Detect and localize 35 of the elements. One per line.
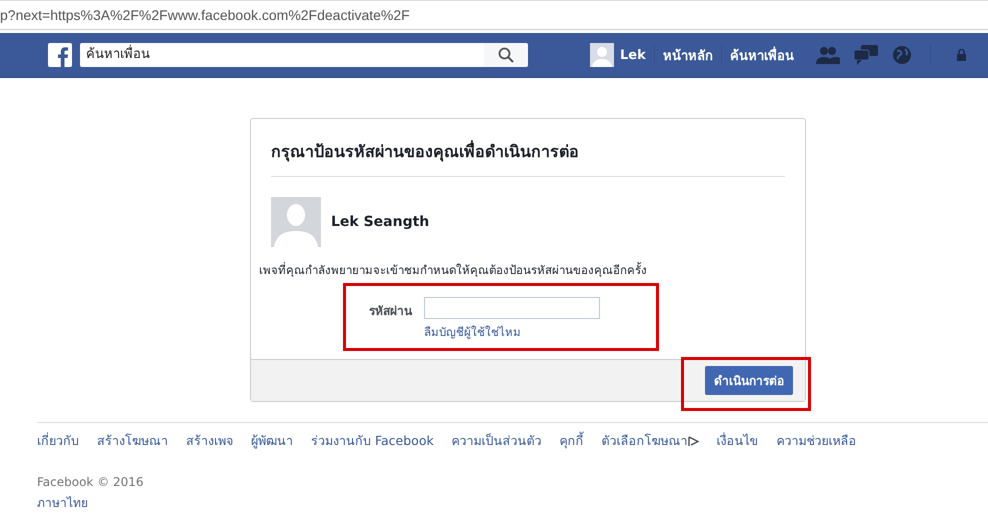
footer-link[interactable]: เงื่อนไข <box>716 431 759 451</box>
user-name: Lek Seangth <box>331 214 430 230</box>
dialog-title: กรุณาป้อนรหัสผ่านของคุณเพื่อดำเนินการต่อ <box>271 119 785 177</box>
search-field[interactable]: ค้นหาเพื่อน <box>80 43 484 67</box>
globe-icon[interactable] <box>892 45 912 65</box>
adchoices-icon <box>688 436 699 446</box>
footer-link[interactable]: ผู้พัฒนา <box>251 431 293 451</box>
copyright-text: Facebook © 2016 <box>37 475 145 489</box>
search-icon <box>498 47 514 63</box>
password-field[interactable] <box>424 297 600 319</box>
footer-link[interactable]: ความช่วยเหลือ <box>776 431 857 451</box>
forgot-link[interactable]: ลืมบัญชีผู้ใช้ใช่ไหม <box>424 323 600 341</box>
footer-link[interactable]: คุกกี้ <box>560 431 584 451</box>
footer-link[interactable]: ตัวเลือกโฆษณา <box>602 431 699 451</box>
footer-link[interactable]: เกี่ยวกับ <box>37 431 79 451</box>
password-label: รหัสผ่าน <box>369 303 412 320</box>
messages-icon[interactable] <box>854 45 878 65</box>
footer-link[interactable]: ร่วมงานกับ Facebook <box>311 431 434 451</box>
language-link[interactable]: ภาษาไทย <box>37 493 988 512</box>
search-button[interactable] <box>484 43 528 67</box>
footer-link[interactable]: สร้างเพจ <box>186 431 233 451</box>
friends-icon[interactable] <box>816 46 840 64</box>
avatar-icon <box>271 197 321 247</box>
url-text: p?next=https%3A%2F%2Fwww.facebook.com%2Fdeactivate%2F <box>0 7 410 23</box>
logo-icon[interactable] <box>48 43 72 67</box>
nav-link[interactable]: ค้นหาเพื่อน <box>722 44 802 66</box>
message-text: เพจที่คุณกำลังพยายามจะเข้าชมกำหนดให้คุณต้องป้อนรหัสผ่านของคุณอีกครั้ง <box>259 261 648 279</box>
footer-link[interactable]: สร้างโฆษณา <box>97 431 168 451</box>
footer-link[interactable]: ความเป็นส่วนตัว <box>452 431 542 451</box>
avatar-icon[interactable] <box>590 43 614 67</box>
profile-link[interactable]: Lek <box>620 48 654 62</box>
address-bar[interactable]: p?next=https%3A%2F%2Fwww.facebook.com%2Fdeactivate%2F <box>0 0 988 30</box>
continue-button[interactable]: ดำเนินการต่อ <box>705 366 793 395</box>
lock-icon[interactable] <box>956 49 969 61</box>
nav-link[interactable]: หน้าหลัก <box>654 44 721 66</box>
